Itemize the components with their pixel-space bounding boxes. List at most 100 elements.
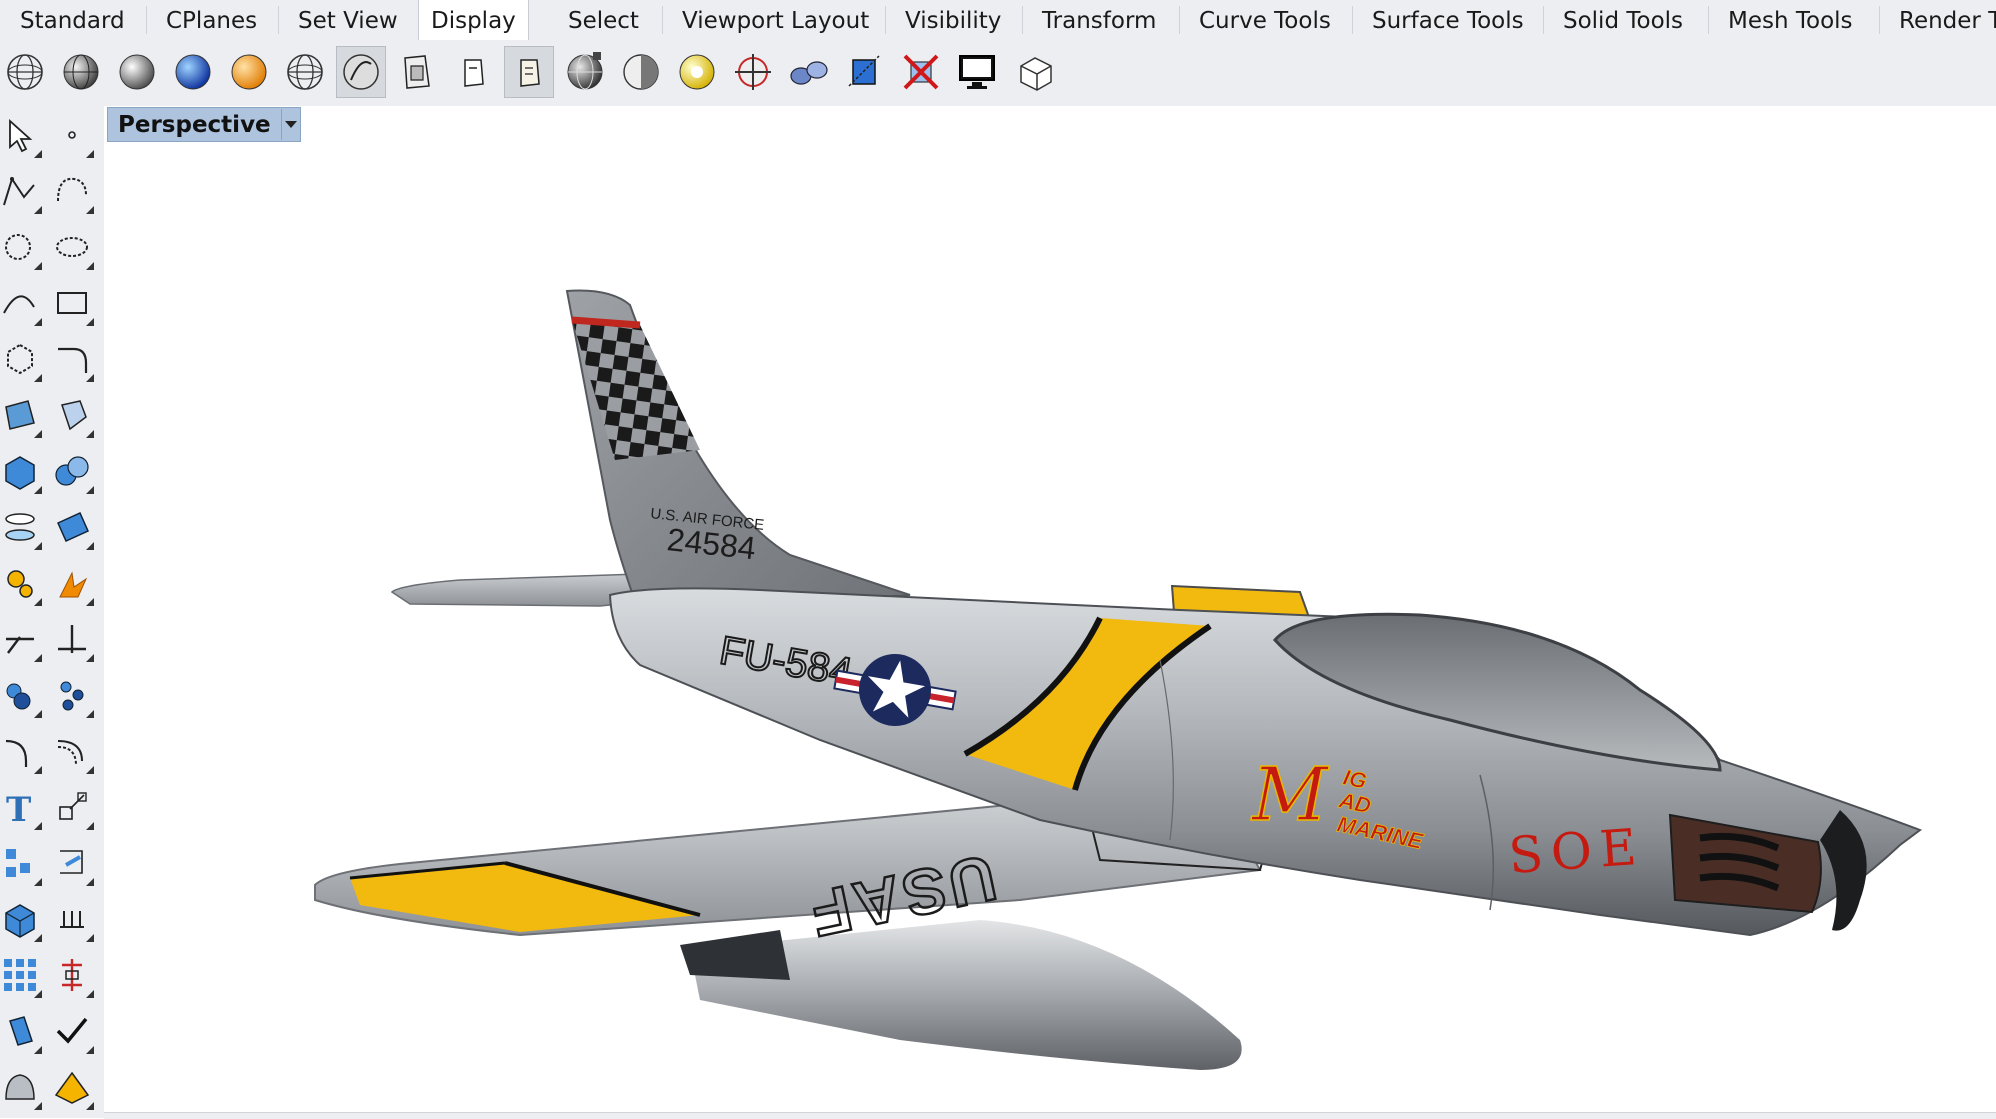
- fillet-curve-icon: [58, 347, 88, 373]
- aircraft-model[interactable]: USAF U.S. AIR FORCE 24584 FU-584 M IG AD…: [104, 106, 1996, 1118]
- box-solid-button[interactable]: [0, 444, 46, 498]
- trim-button[interactable]: [0, 612, 46, 666]
- artistic-mode-button[interactable]: [392, 46, 442, 98]
- tab-separator: [146, 6, 147, 34]
- grid-array-button[interactable]: [0, 948, 46, 1002]
- flyout-indicator: [86, 430, 94, 438]
- zebra-target-button[interactable]: [728, 46, 778, 98]
- technical-mode-button[interactable]: [336, 46, 386, 98]
- check-button[interactable]: [46, 1004, 98, 1058]
- ghosted-blue-mode-button[interactable]: [168, 46, 218, 98]
- display-toolbar: [0, 40, 1996, 107]
- box-outline-button[interactable]: [1010, 46, 1060, 98]
- check-icon: [56, 1017, 88, 1044]
- tab-display[interactable]: Display: [418, 0, 529, 41]
- arc-button[interactable]: [0, 276, 46, 330]
- clipping-plane-icon: [848, 55, 880, 87]
- gear-explode-icon: [7, 570, 33, 598]
- pen-mode-button[interactable]: [448, 46, 498, 98]
- ellipse-button[interactable]: [46, 220, 98, 274]
- boolean-union-button[interactable]: [46, 444, 98, 498]
- array-button[interactable]: [0, 836, 46, 890]
- flyout-indicator: [86, 206, 94, 214]
- ghosted-blue-mode-icon: [175, 54, 211, 90]
- flyout-indicator: [34, 206, 42, 214]
- split-button[interactable]: [46, 612, 98, 666]
- tab-curve-tools[interactable]: Curve Tools: [1199, 0, 1331, 40]
- cylinder-mesh-button[interactable]: [0, 500, 46, 554]
- gumball-button[interactable]: [46, 948, 98, 1002]
- tab-cplanes[interactable]: CPlanes: [166, 0, 257, 40]
- mesh-plane-button[interactable]: [46, 500, 98, 554]
- polyline-icon: [3, 176, 35, 206]
- cylinder-button[interactable]: [0, 1004, 46, 1058]
- tab-surface-tools[interactable]: Surface Tools: [1372, 0, 1524, 40]
- tab-separator: [1352, 6, 1353, 34]
- extrude-surface-button[interactable]: [46, 388, 98, 442]
- xray-mode-button[interactable]: [280, 46, 330, 98]
- viewport-menu-dropdown-icon[interactable]: [280, 109, 300, 140]
- polygon-button[interactable]: [0, 332, 46, 386]
- surface-from-points-icon: [5, 400, 35, 430]
- tab-standard[interactable]: Standard: [20, 0, 125, 40]
- orange-sphere-mode-button[interactable]: [224, 46, 274, 98]
- flyout-indicator: [86, 710, 94, 718]
- sphere-button[interactable]: [0, 1060, 46, 1114]
- tab-render-t[interactable]: Render T: [1899, 0, 1996, 40]
- circle-button[interactable]: [0, 220, 46, 274]
- select-arrow-button[interactable]: [0, 108, 46, 162]
- perspective-viewport[interactable]: USAF U.S. AIR FORCE 24584 FU-584 M IG AD…: [104, 106, 1996, 1118]
- ungroup-button[interactable]: [46, 668, 98, 722]
- tab-separator: [1879, 6, 1880, 34]
- orange-sphere-mode-icon: [231, 54, 267, 90]
- shaded-sphere-grid-button[interactable]: [560, 46, 610, 98]
- flyout-indicator: [86, 374, 94, 382]
- tab-separator: [1708, 6, 1709, 34]
- viewport-label[interactable]: Perspective: [107, 107, 301, 142]
- offset-curve-button[interactable]: [46, 724, 98, 778]
- fillet-curve-button[interactable]: [46, 332, 98, 386]
- explode-orange-button[interactable]: [46, 556, 98, 610]
- surface-from-points-button[interactable]: [0, 388, 46, 442]
- solid-pyramid-icon: [54, 1071, 90, 1104]
- gear-explode-button[interactable]: [0, 556, 46, 610]
- ribbon-tab-bar: Standard CPlanes Set View Display Select View…: [0, 0, 1996, 41]
- flyout-indicator: [34, 766, 42, 774]
- arctic-mode-button[interactable]: [504, 46, 554, 98]
- shaded-mode-button[interactable]: [56, 46, 106, 98]
- dimension-button[interactable]: [46, 836, 98, 890]
- monitor-button[interactable]: [952, 46, 1002, 98]
- hide-cross-button[interactable]: [896, 46, 946, 98]
- flyout-indicator: [86, 654, 94, 662]
- ungroup-icon: [60, 681, 84, 711]
- tab-solid-tools[interactable]: Solid Tools: [1563, 0, 1683, 40]
- scale-button[interactable]: [46, 780, 98, 834]
- tab-select[interactable]: Select: [568, 0, 639, 40]
- solid-box-button[interactable]: [0, 892, 46, 946]
- tab-visibility[interactable]: Visibility: [905, 0, 1001, 40]
- arc-icon: [3, 295, 35, 314]
- tab-viewport-layout[interactable]: Viewport Layout: [682, 0, 869, 40]
- half-shaded-sphere-button[interactable]: [616, 46, 666, 98]
- solid-pyramid-button[interactable]: [46, 1060, 98, 1114]
- wireframe-mode-button[interactable]: [0, 46, 50, 98]
- rendered-mode-button[interactable]: [112, 46, 162, 98]
- tab-separator: [1022, 6, 1023, 34]
- point-button[interactable]: [46, 108, 98, 162]
- rectangle-button[interactable]: [46, 276, 98, 330]
- drop-tank: [680, 920, 1242, 1070]
- tab-set-view[interactable]: Set View: [298, 0, 398, 40]
- extrude-curve-button[interactable]: [46, 892, 98, 946]
- light-sphere-button[interactable]: [672, 46, 722, 98]
- curve-interpolate-button[interactable]: [46, 164, 98, 218]
- box-solid-icon: [5, 456, 35, 490]
- cylinder-mesh-icon: [5, 513, 35, 541]
- clipping-plane-button[interactable]: [840, 46, 890, 98]
- group-button[interactable]: [0, 668, 46, 722]
- tab-transform[interactable]: Transform: [1042, 0, 1156, 40]
- curve-fillet-button[interactable]: [0, 724, 46, 778]
- polyline-button[interactable]: [0, 164, 46, 218]
- text-button[interactable]: T: [0, 780, 46, 834]
- tab-mesh-tools[interactable]: Mesh Tools: [1728, 0, 1853, 40]
- environment-map-button[interactable]: [784, 46, 834, 98]
